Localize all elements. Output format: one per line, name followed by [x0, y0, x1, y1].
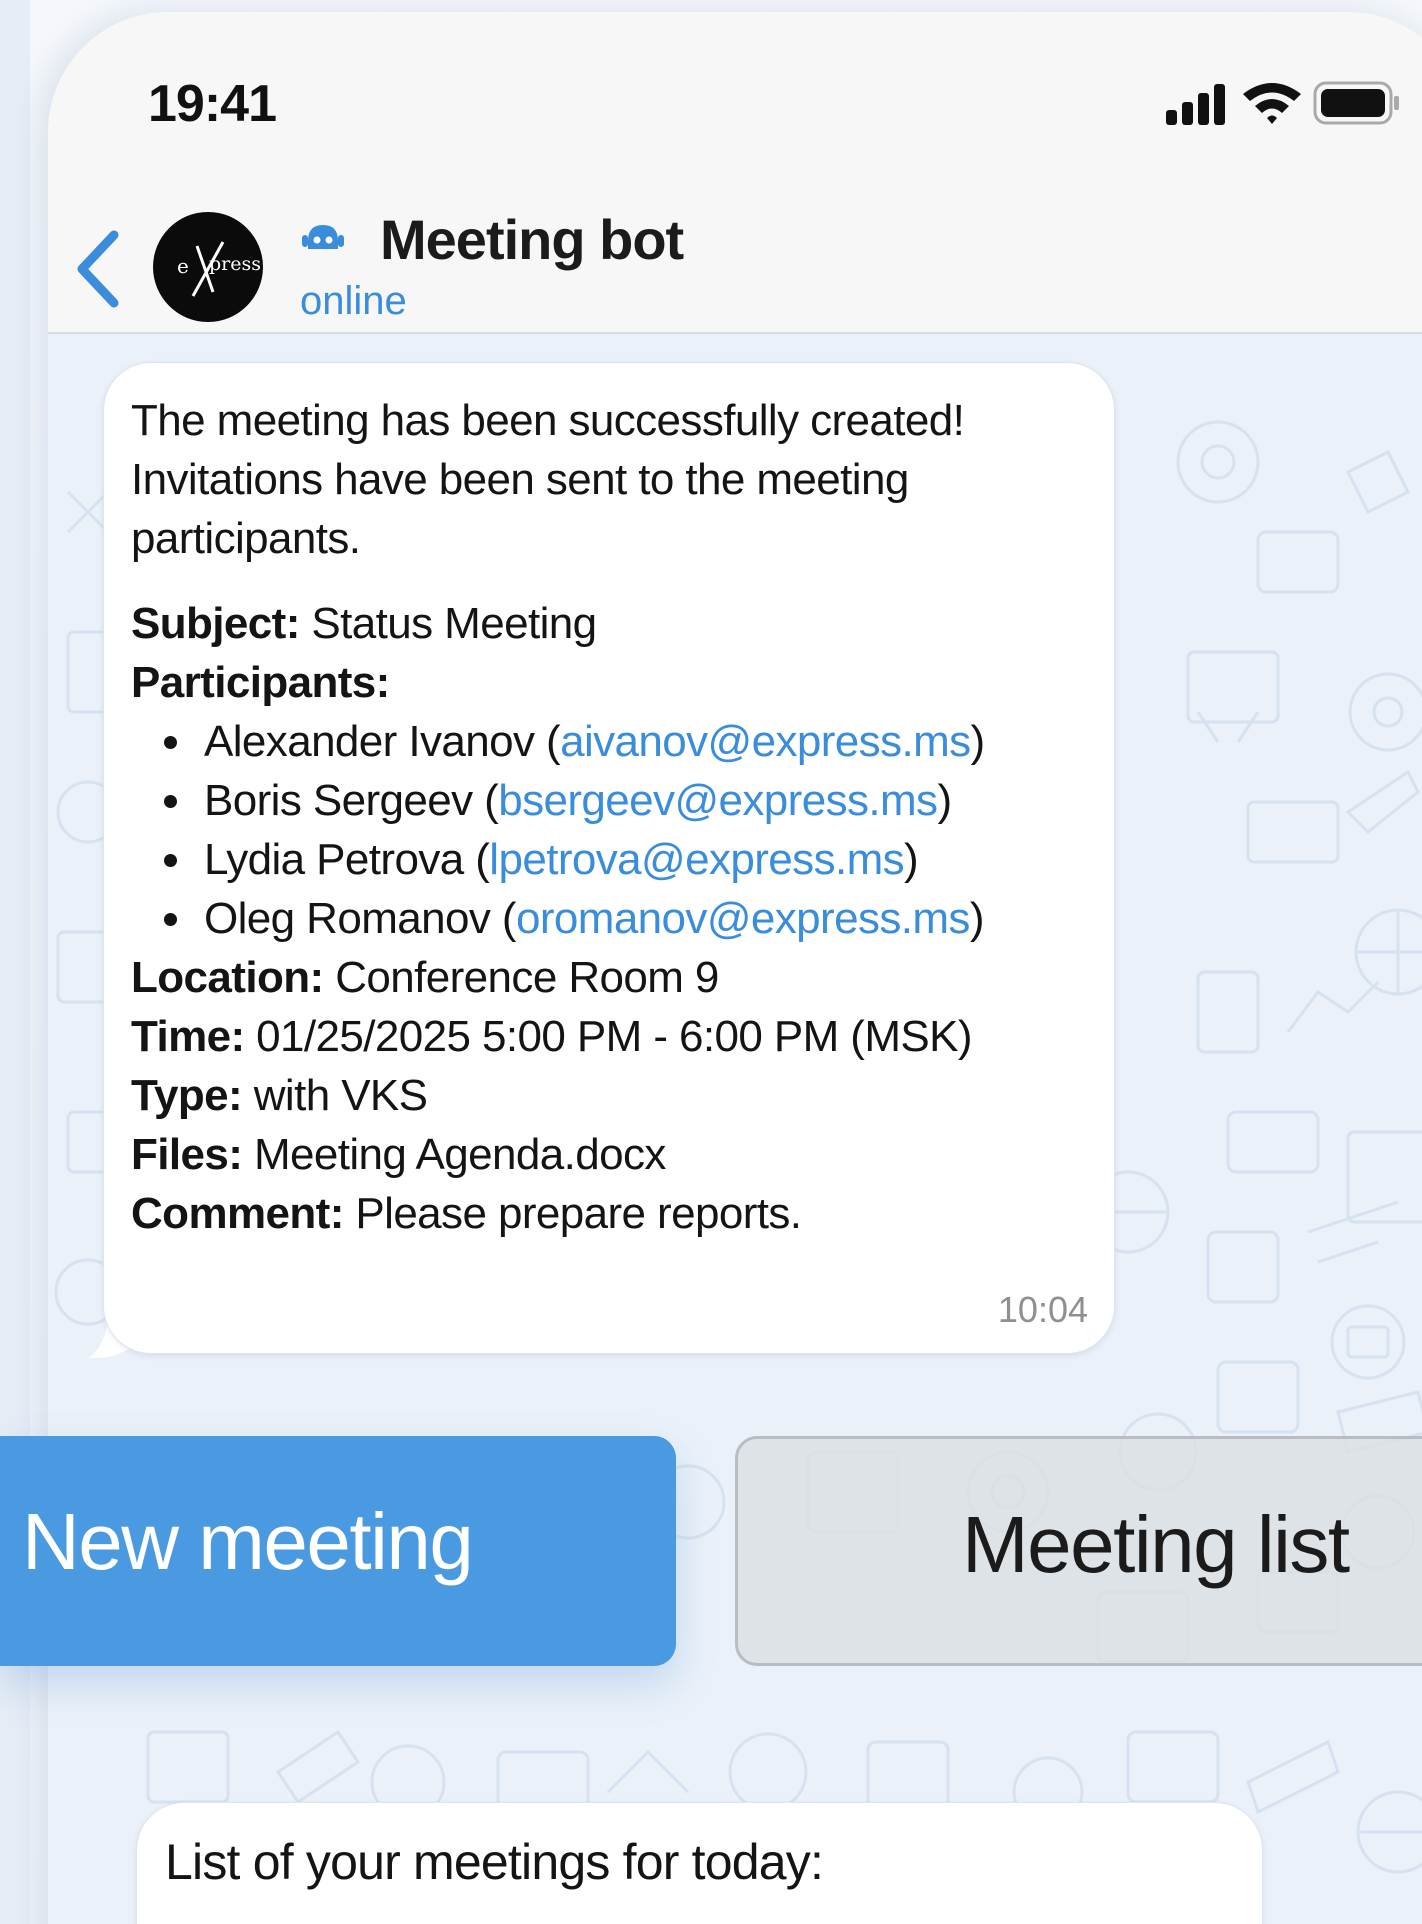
express-logo-icon: e press: [177, 241, 261, 297]
location-line: Location: Conference Room 9: [131, 948, 1081, 1007]
subject-line: Subject: Status Meeting: [131, 594, 1081, 653]
bullet-icon: [164, 736, 177, 749]
status-bar: 19:41: [48, 12, 1422, 177]
subject-value: Status Meeting: [299, 599, 597, 648]
files-label: Files:: [131, 1130, 243, 1179]
participant-email-link[interactable]: oromanov@express.ms: [516, 894, 970, 943]
participant-close: ): [969, 894, 985, 943]
new-meeting-button[interactable]: New meeting: [0, 1436, 676, 1666]
bullet-icon: [164, 854, 177, 867]
bullet-icon: [164, 795, 177, 808]
participant-close: ): [937, 776, 952, 825]
subject-label: Subject:: [131, 599, 300, 648]
chevron-left-icon: [77, 230, 119, 308]
wifi-icon: [1243, 83, 1301, 124]
participants-list: Alexander Ivanov (aivanov@express.ms) Bo…: [131, 712, 1081, 948]
cellular-signal-icon: [1166, 84, 1225, 125]
meeting-list-label: Meeting list: [962, 1500, 1350, 1589]
message-intro: The meeting has been successfully create…: [131, 396, 965, 563]
status-time: 19:41: [148, 75, 277, 133]
participant-name: Boris Sergeev (: [204, 776, 499, 825]
participant-email-link[interactable]: lpetrova@express.ms: [489, 835, 904, 884]
comment-value: Please prepare reports.: [343, 1189, 802, 1238]
files-line: Files: Meeting Agenda.docx: [131, 1125, 1081, 1184]
participant-item: Lydia Petrova (lpetrova@express.ms): [131, 830, 1081, 889]
participant-item: Oleg Romanov (oromanov@express.ms): [131, 889, 1081, 948]
message-2-text: List of your meetings for today:: [165, 1834, 824, 1890]
participant-email-link[interactable]: aivanov@express.ms: [560, 717, 971, 766]
screen: 19:41 e press Meeting bot online The mee…: [0, 0, 1422, 1924]
files-value: Meeting Agenda.docx: [242, 1130, 666, 1179]
type-line: Type: with VKS: [131, 1066, 1081, 1125]
battery-icon: [1313, 81, 1399, 125]
svg-text:e: e: [177, 254, 189, 278]
participant-email-link[interactable]: bsergeev@express.ms: [498, 776, 938, 825]
type-value: with VKS: [242, 1071, 428, 1120]
participant-name: Lydia Petrova (: [204, 835, 490, 884]
chat-title: Meeting bot: [380, 208, 684, 271]
participant-close: ): [970, 717, 986, 766]
bullet-icon: [164, 913, 177, 926]
back-button[interactable]: [68, 225, 128, 315]
participant-close: ): [904, 835, 919, 884]
participants-label: Participants:: [131, 658, 390, 707]
location-label: Location:: [131, 953, 324, 1002]
new-meeting-label: New meeting: [22, 1497, 474, 1586]
comment-line: Comment: Please prepare reports.: [131, 1184, 1081, 1243]
time-value: 01/25/2025 5:00 PM - 6:00 PM (MSK): [244, 1012, 972, 1061]
meeting-list-button[interactable]: Meeting list: [735, 1436, 1422, 1666]
participant-item: Alexander Ivanov (aivanov@express.ms): [131, 712, 1081, 771]
svg-text:press: press: [209, 253, 261, 275]
time-label: Time:: [131, 1012, 245, 1061]
message-bubble-2: List of your meetings for today:: [136, 1802, 1263, 1924]
participant-name: Oleg Romanov (: [204, 894, 517, 943]
chat-header: e press Meeting bot online: [48, 177, 1422, 334]
bot-icon: [298, 219, 348, 259]
comment-label: Comment:: [131, 1189, 344, 1238]
type-label: Type:: [131, 1071, 243, 1120]
time-line: Time: 01/25/2025 5:00 PM - 6:00 PM (MSK): [131, 1007, 1081, 1066]
participant-name: Alexander Ivanov (: [204, 717, 561, 766]
status-icons: [1148, 78, 1408, 128]
location-value: Conference Room 9: [323, 953, 719, 1002]
message-body: The meeting has been successfully create…: [131, 391, 1081, 1243]
participant-item: Boris Sergeev (bsergeev@express.ms): [131, 771, 1081, 830]
avatar[interactable]: e press: [153, 212, 263, 322]
message-bubble: The meeting has been successfully create…: [103, 362, 1115, 1354]
message-timestamp: 10:04: [997, 1289, 1088, 1330]
chat-status: online: [300, 279, 407, 323]
